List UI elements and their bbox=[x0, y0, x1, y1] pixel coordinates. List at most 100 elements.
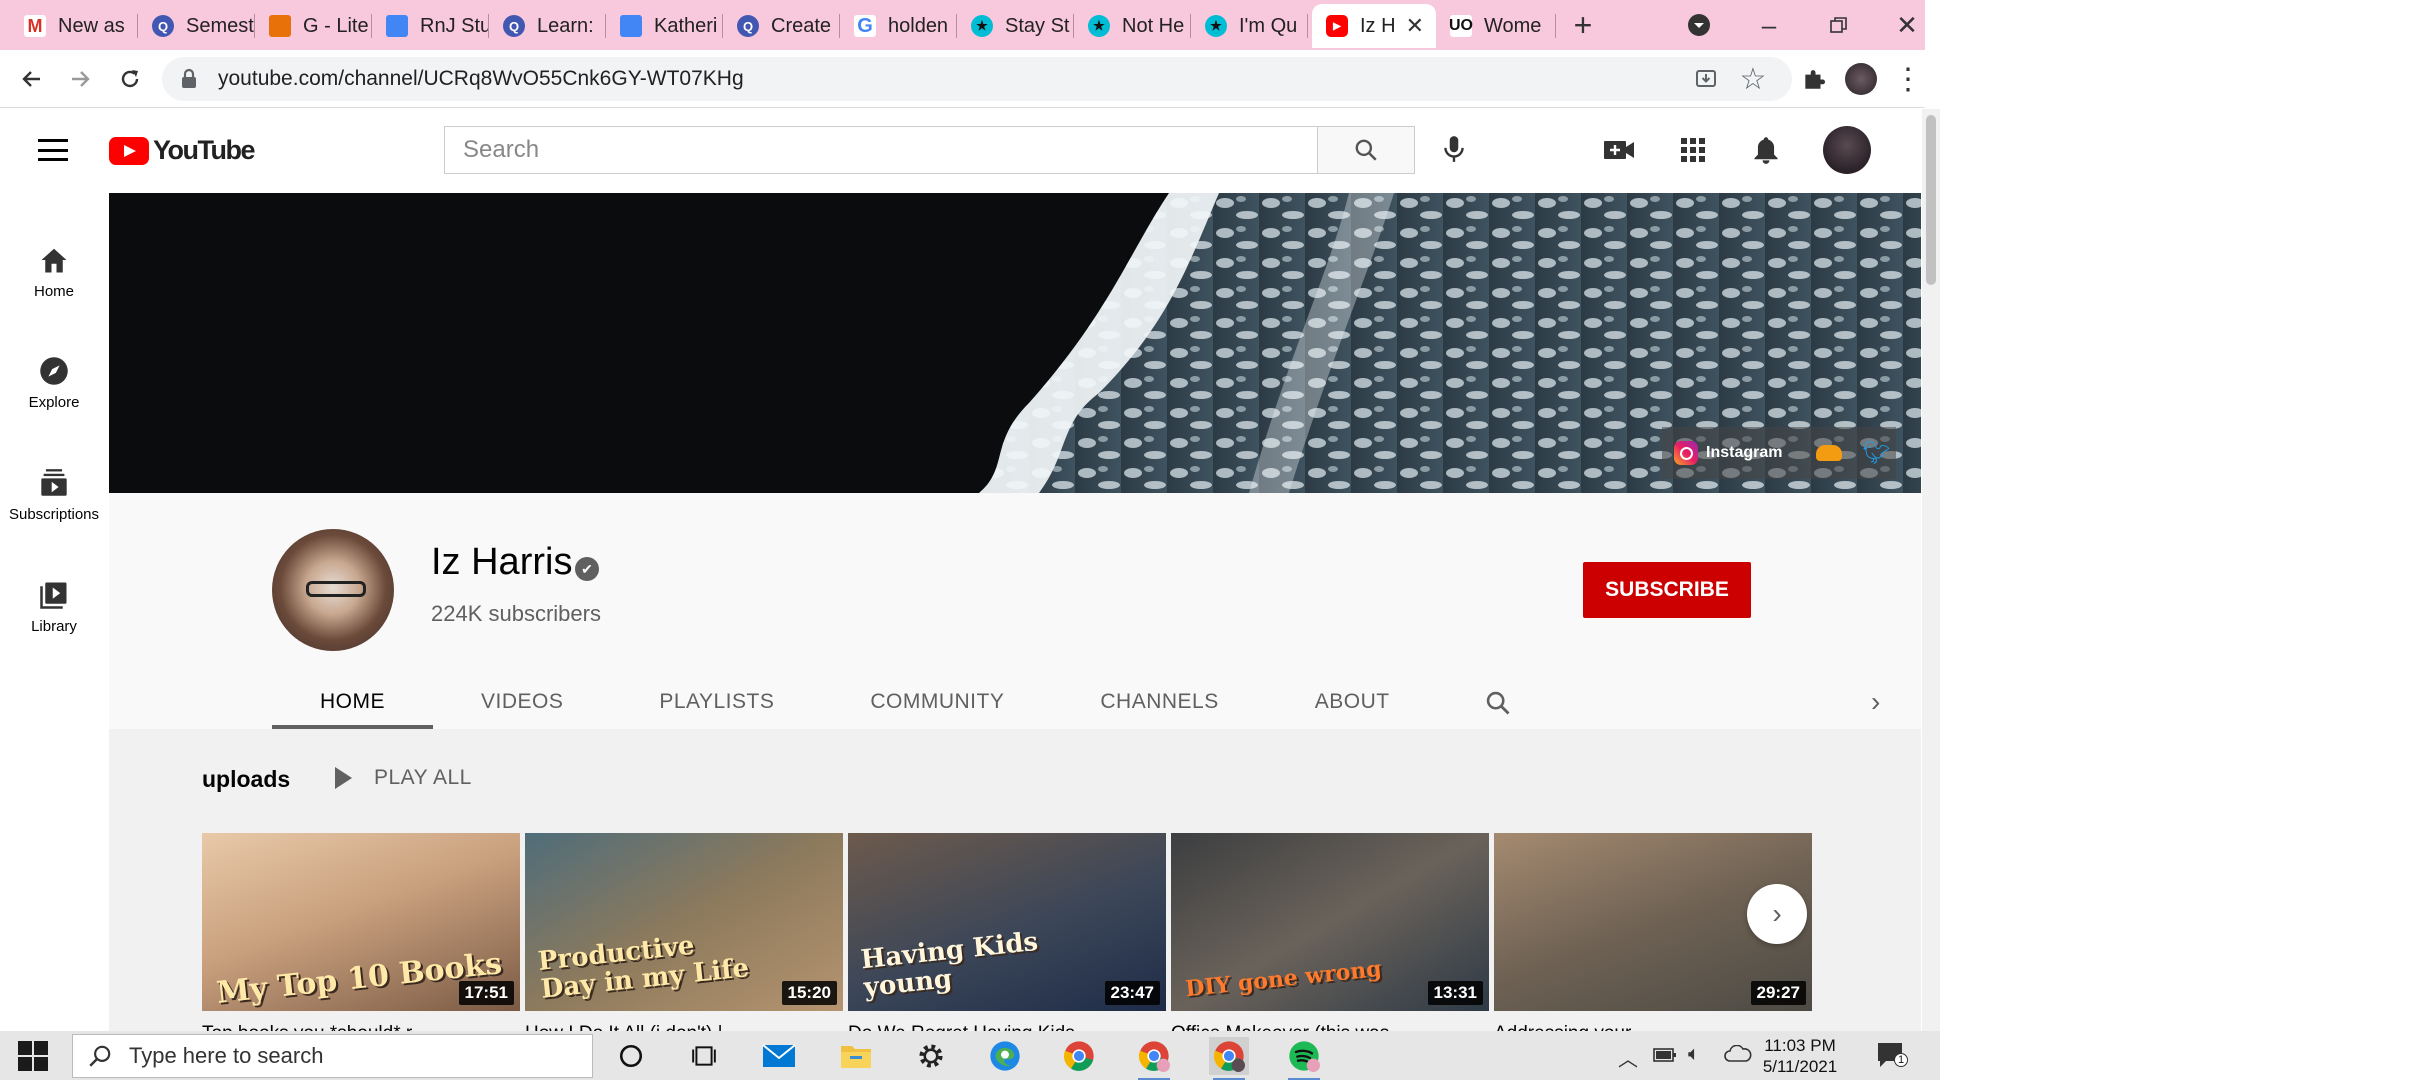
bookmark-button[interactable]: ☆ bbox=[1735, 61, 1771, 97]
instagram-icon[interactable] bbox=[1674, 441, 1698, 465]
chrome-active-window-icon[interactable] bbox=[1209, 1037, 1249, 1080]
page-scrollbar[interactable] bbox=[1922, 109, 1940, 1031]
minimize-button[interactable]: – bbox=[1752, 8, 1786, 42]
video-card[interactable]: DIY gone wrong 13:31 Office Makeover (th… bbox=[1171, 833, 1489, 1031]
notifications-button[interactable] bbox=[1747, 131, 1785, 169]
settings-gear-icon[interactable] bbox=[911, 1037, 951, 1075]
desktop-background bbox=[1940, 0, 2430, 1031]
tab-videos[interactable]: VIDEOS bbox=[433, 675, 611, 729]
tab-search-button[interactable] bbox=[1682, 8, 1716, 42]
browser-tab[interactable]: M New as bbox=[10, 4, 138, 48]
browser-tab-label: G - Lite bbox=[303, 14, 369, 37]
video-card[interactable]: My Top 10 Books 17:51 Top books you *sho… bbox=[202, 833, 520, 1031]
search-button[interactable] bbox=[1318, 126, 1415, 174]
spotify-icon[interactable] bbox=[1284, 1037, 1324, 1080]
channel-banner bbox=[109, 193, 1921, 493]
video-thumbnail[interactable]: My Top 10 Books 17:51 bbox=[202, 833, 520, 1011]
browser-menu-button[interactable]: ⋮ bbox=[1890, 61, 1926, 97]
instagram-link[interactable]: Instagram bbox=[1706, 444, 1782, 462]
sidebar-item-label: Subscriptions bbox=[8, 506, 100, 523]
sidebar-item-subscriptions[interactable]: Subscriptions bbox=[0, 436, 108, 536]
extensions-button[interactable] bbox=[1796, 61, 1832, 97]
battery-icon[interactable] bbox=[1653, 1046, 1677, 1069]
youtube-logo[interactable]: YouTube bbox=[109, 135, 255, 166]
tabs-next-chevron-icon[interactable]: › bbox=[1871, 686, 1880, 718]
chrome-icon[interactable] bbox=[1059, 1037, 1099, 1075]
forward-button[interactable] bbox=[62, 61, 98, 97]
tab-playlists[interactable]: PLAYLISTS bbox=[611, 675, 822, 729]
browser-tab[interactable]: UO Wome bbox=[1436, 4, 1556, 48]
tab-community[interactable]: COMMUNITY bbox=[822, 675, 1052, 729]
hamburger-menu-icon[interactable] bbox=[38, 139, 68, 161]
browser-tab[interactable]: ★ Not He bbox=[1074, 4, 1191, 48]
play-all-button[interactable]: PLAY ALL bbox=[335, 766, 472, 790]
create-video-button[interactable] bbox=[1600, 131, 1638, 169]
close-window-button[interactable]: ✕ bbox=[1890, 8, 1924, 42]
shelf-title[interactable]: uploads bbox=[202, 766, 290, 793]
video-title[interactable]: Office Makeover (this was bbox=[1171, 1023, 1489, 1031]
windows-start-icon[interactable] bbox=[18, 1041, 48, 1071]
browser-tab[interactable]: Q Semest bbox=[138, 4, 255, 48]
channel-search-button[interactable] bbox=[1484, 689, 1512, 722]
sidebar-item-library[interactable]: Library bbox=[0, 548, 108, 648]
new-tab-button[interactable]: + bbox=[1566, 7, 1600, 43]
close-tab-icon[interactable]: ✕ bbox=[1406, 13, 1424, 39]
video-camera-icon bbox=[1604, 141, 1634, 159]
video-thumbnail[interactable]: DIY gone wrong 13:31 bbox=[1171, 833, 1489, 1011]
onedrive-cloud-icon[interactable] bbox=[1724, 1044, 1752, 1069]
taskbar-search-input[interactable]: Type here to search bbox=[72, 1034, 593, 1078]
profile-avatar[interactable] bbox=[1843, 61, 1879, 97]
apps-button[interactable] bbox=[1674, 131, 1712, 169]
search-input[interactable]: Search bbox=[444, 126, 1318, 174]
address-bar[interactable]: youtube.com/channel/UCRq8WvO55Cnk6GY-WT0… bbox=[162, 57, 1792, 101]
soundcloud-icon[interactable] bbox=[1816, 445, 1843, 461]
browser-tab[interactable]: Q Create bbox=[723, 4, 840, 48]
install-app-button[interactable] bbox=[1688, 61, 1724, 97]
scrollbar-thumb[interactable] bbox=[1926, 115, 1936, 285]
back-button[interactable] bbox=[14, 61, 50, 97]
action-center-icon[interactable]: 1 bbox=[1876, 1041, 1908, 1069]
show-hidden-icons-chevron-icon[interactable]: ︿ bbox=[1618, 1043, 1638, 1072]
subscribe-button[interactable]: SUBSCRIBE bbox=[1583, 562, 1751, 618]
tab-channels[interactable]: CHANNELS bbox=[1052, 675, 1266, 729]
file-explorer-icon[interactable] bbox=[836, 1037, 876, 1075]
tab-home[interactable]: HOME bbox=[272, 675, 433, 729]
sidebar-item-home[interactable]: Home bbox=[0, 213, 108, 313]
video-title[interactable]: Top books you *should* r... bbox=[202, 1023, 520, 1031]
edge-browser-icon[interactable] bbox=[985, 1037, 1025, 1075]
chrome-profile-icon[interactable] bbox=[1134, 1037, 1174, 1080]
cortana-icon[interactable] bbox=[611, 1037, 651, 1075]
shelf-next-chevron-icon[interactable]: › bbox=[1747, 884, 1807, 944]
slides-icon bbox=[269, 15, 291, 37]
video-thumbnail[interactable]: Productive Day in my Life 15:20 bbox=[525, 833, 843, 1011]
browser-tab[interactable]: Katheri bbox=[606, 4, 723, 48]
sidebar-item-explore[interactable]: Explore bbox=[0, 324, 108, 424]
browser-tab-label: Learn: bbox=[537, 14, 594, 37]
twitter-icon[interactable]: 🐦︎ bbox=[1862, 440, 1890, 466]
browser-tab[interactable]: RnJ Stu bbox=[372, 4, 489, 48]
sidebar-item-label: Explore bbox=[28, 394, 80, 411]
reload-button[interactable] bbox=[112, 61, 148, 97]
tab-about[interactable]: ABOUT bbox=[1267, 675, 1438, 729]
voice-search-button[interactable] bbox=[1434, 129, 1474, 169]
task-view-icon[interactable] bbox=[684, 1037, 724, 1075]
arrow-left-icon bbox=[22, 71, 40, 87]
account-avatar[interactable] bbox=[1823, 126, 1871, 174]
video-card[interactable]: Productive Day in my Life 15:20 How I Do… bbox=[525, 833, 843, 1031]
video-title[interactable]: How I Do It All (i don't) | bbox=[525, 1023, 843, 1031]
browser-tab-active[interactable]: ▶ Iz H ✕ bbox=[1312, 4, 1436, 48]
video-thumbnail[interactable]: Having Kids young 23:47 bbox=[848, 833, 1166, 1011]
browser-tab[interactable]: Q Learn: bbox=[489, 4, 606, 48]
banner-social-links: Instagram 🐦︎ bbox=[1662, 427, 1896, 479]
video-card[interactable]: Having Kids young 23:47 Do We Regret Hav… bbox=[848, 833, 1166, 1031]
browser-tab[interactable]: G holden bbox=[840, 4, 957, 48]
browser-tab[interactable]: G - Lite bbox=[255, 4, 372, 48]
video-title[interactable]: Addressing your bbox=[1494, 1023, 1812, 1031]
video-title[interactable]: Do We Regret Having Kids bbox=[848, 1023, 1166, 1031]
browser-tab[interactable]: ★ Stay St bbox=[957, 4, 1074, 48]
browser-tab[interactable]: ★ I'm Qu bbox=[1191, 4, 1308, 48]
restore-button[interactable] bbox=[1822, 8, 1856, 42]
mail-icon[interactable] bbox=[759, 1037, 799, 1075]
volume-icon[interactable]: 🔈︎ bbox=[1688, 1043, 1700, 1066]
system-clock[interactable]: 11:03 PM 5/11/2021 bbox=[1755, 1035, 1845, 1077]
